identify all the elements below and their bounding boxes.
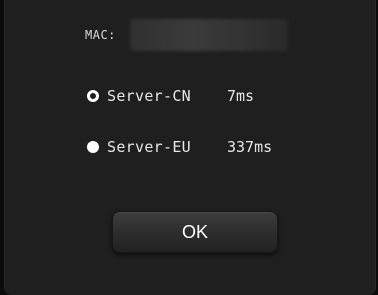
mac-label: MAC: bbox=[85, 28, 116, 42]
server-select-dialog: MAC: Server-CN 7ms Server-EU 337ms OK bbox=[4, 0, 376, 295]
radio-selected-icon[interactable] bbox=[87, 90, 99, 102]
mac-address-value-redacted bbox=[129, 19, 288, 51]
mac-row: MAC: bbox=[85, 19, 288, 51]
server-name: Server-CN bbox=[107, 87, 191, 105]
server-option-cn[interactable]: Server-CN 7ms bbox=[87, 84, 272, 108]
server-latency: 337ms bbox=[227, 138, 273, 156]
server-latency: 7ms bbox=[227, 87, 255, 105]
server-name: Server-EU bbox=[107, 138, 191, 156]
server-option-eu[interactable]: Server-EU 337ms bbox=[87, 135, 272, 159]
ok-button[interactable]: OK bbox=[112, 211, 278, 253]
server-list: Server-CN 7ms Server-EU 337ms bbox=[87, 84, 272, 186]
radio-unselected-icon[interactable] bbox=[87, 141, 99, 153]
